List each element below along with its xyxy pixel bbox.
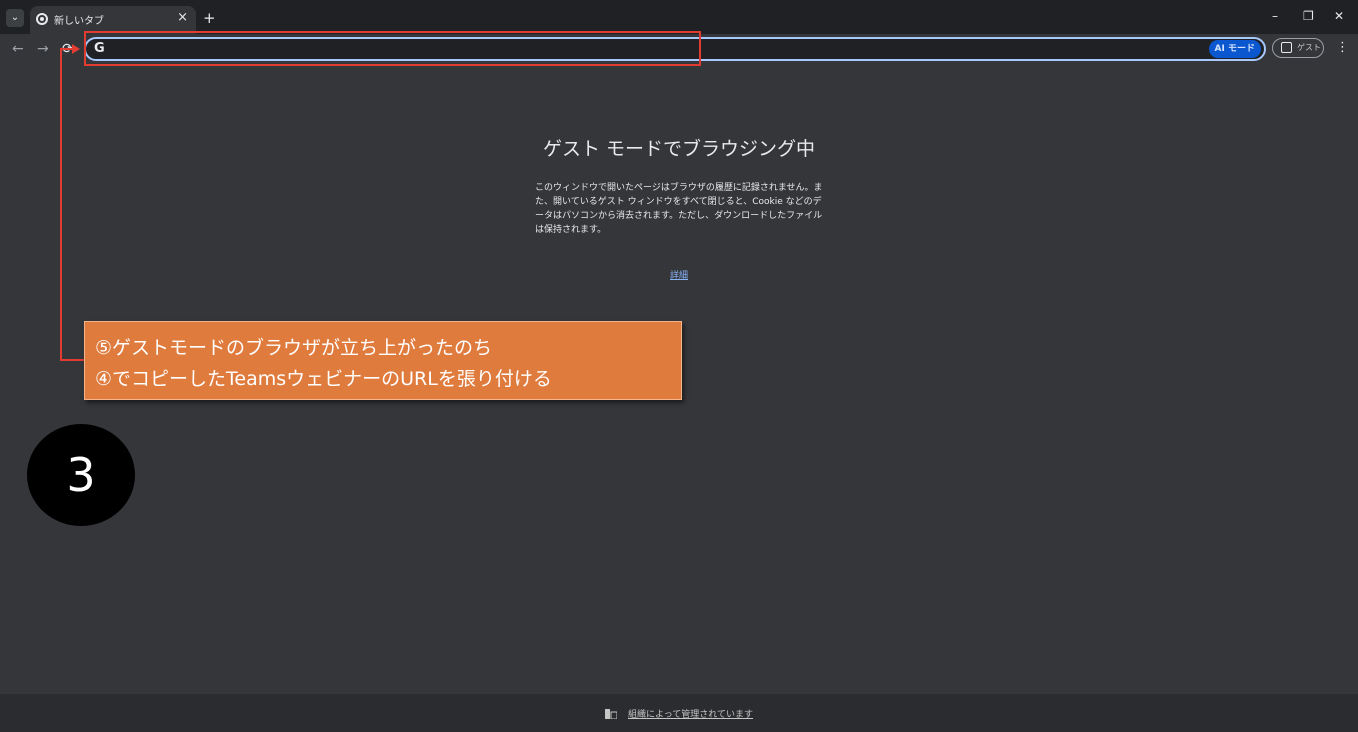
learn-more-link[interactable]: 詳細 <box>670 268 688 281</box>
tab-title: 新しいタブ <box>54 16 104 27</box>
managed-footer: 組織によって管理されています <box>0 694 1358 732</box>
annotation-highlight-box <box>84 31 701 66</box>
window-close-button[interactable]: ✕ <box>1334 9 1344 23</box>
guest-profile-button[interactable]: ゲスト <box>1272 38 1324 58</box>
forward-arrow-icon[interactable]: → <box>37 41 49 57</box>
instruction-callout: ⑤ゲストモードのブラウザが立ち上がったのち ④でコピーしたTeamsウェビナーの… <box>84 321 682 400</box>
minimize-button[interactable]: – <box>1272 9 1278 23</box>
profile-icon <box>1281 42 1292 53</box>
menu-icon[interactable]: ⋮ <box>1336 40 1349 55</box>
tab-strip: ⌄ 新しいタブ × + – ❐ ✕ <box>0 0 1358 34</box>
step-number-badge: 3 <box>27 424 135 526</box>
chrome-favicon <box>36 13 48 25</box>
plus-icon[interactable]: + <box>203 9 216 27</box>
back-arrow-icon[interactable]: ← <box>12 41 24 57</box>
annotation-arrow <box>72 44 80 54</box>
profile-label: ゲスト <box>1297 43 1321 52</box>
building-icon <box>605 709 617 719</box>
tab-search-icon[interactable]: ⌄ <box>6 9 24 27</box>
annotation-connector <box>60 49 62 360</box>
managed-link[interactable]: 組織によって管理されています <box>628 707 753 720</box>
guest-mode-description: このウィンドウで開いたページはブラウザの履歴に記録されません。また、開いているゲ… <box>535 183 823 235</box>
guest-mode-title: ゲスト モードでブラウジング中 <box>542 138 816 160</box>
close-icon[interactable]: × <box>177 10 188 25</box>
ai-mode-button[interactable]: AI モード <box>1208 40 1261 58</box>
annotation-connector <box>60 359 84 361</box>
restore-button[interactable]: ❐ <box>1303 9 1314 23</box>
tab-new-tab[interactable]: 新しいタブ × <box>30 6 196 34</box>
callout-line-2: ④でコピーしたTeamsウェビナーのURLを張り付ける <box>95 368 552 390</box>
callout-line-1: ⑤ゲストモードのブラウザが立ち上がったのち <box>95 337 493 359</box>
